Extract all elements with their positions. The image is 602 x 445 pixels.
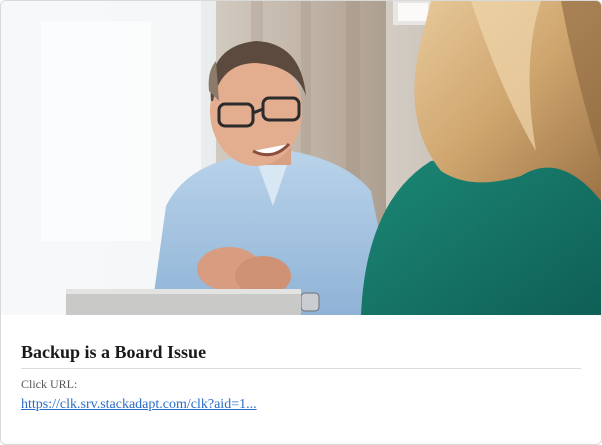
divider: [21, 368, 581, 369]
ad-card[interactable]: Backup is a Board Issue Click URL: https…: [0, 0, 602, 445]
click-url-label: Click URL:: [21, 377, 78, 391]
ad-title[interactable]: Backup is a Board Issue: [21, 315, 581, 363]
click-url-link[interactable]: https://clk.srv.stackadapt.com/clk?aid=1…: [21, 396, 257, 413]
ad-body: Backup is a Board Issue Click URL: https…: [21, 315, 581, 413]
hero-photo: [1, 1, 601, 315]
hero-image[interactable]: [1, 1, 601, 315]
